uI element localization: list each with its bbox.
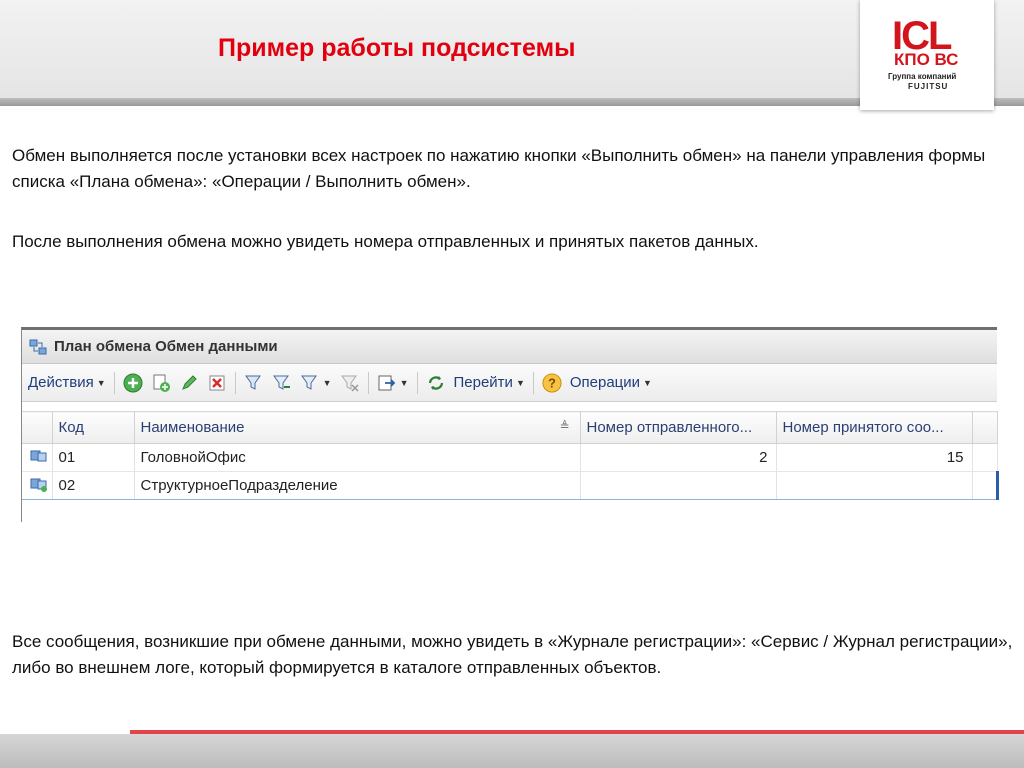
chevron-down-icon: ▼ [322,377,332,388]
paragraph-exchange-instructions: Обмен выполняется после установки всех н… [12,146,986,191]
chevron-down-icon: ▼ [643,377,652,388]
row-code: 02 [52,471,135,500]
chevron-down-icon: ▼ [515,377,525,388]
slide-title: Пример работы подсистемы [218,34,576,62]
exchange-plan-icon [28,337,48,357]
operations-menu[interactable]: Операции ▼ [570,374,652,391]
table-row[interactable]: 02 СтруктурноеПодразделение [22,471,999,500]
toolbar-separator [113,371,115,394]
table-header-row: Код Наименование ≜ Номер отправленного..… [22,411,998,444]
filter-icon[interactable] [244,373,264,393]
paragraph-event-log: Все сообщения, возникшие при обмене данн… [12,632,1013,677]
copy-icon[interactable] [151,373,171,393]
row-name: СтруктурноеПодразделение [134,471,581,500]
column-header-icon [22,411,53,444]
chevron-down-icon: ▼ [399,377,409,388]
exchange-nodes-table: Код Наименование ≜ Номер отправленного..… [22,411,999,500]
operations-menu-label: Операции [569,374,641,391]
filter-list-icon [300,373,320,393]
toolbar: Действия ▼ ▼ ▼ Перейти ▼ ? Операции ▼ [22,364,997,402]
add-icon[interactable] [123,373,143,393]
column-header-sent[interactable]: Номер отправленного... [580,411,777,444]
node-icon [22,471,53,500]
actions-menu[interactable]: Действия ▼ [28,374,106,391]
column-header-received[interactable]: Номер принятого соо... [776,411,973,444]
column-header-code[interactable]: Код [52,411,135,444]
chevron-down-icon: ▼ [96,377,106,388]
node-icon [22,443,53,472]
svg-text:?: ? [548,375,556,390]
refresh-icon[interactable] [426,373,446,393]
footer-band [0,734,1024,768]
toolbar-separator [532,371,534,394]
clear-filter-icon[interactable] [340,373,360,393]
goto-menu-label: Перейти [453,374,513,391]
exchange-plan-window: План обмена Обмен данными Действия ▼ ▼ ▼… [21,327,999,522]
window-titlebar: План обмена Обмен данными [22,330,997,364]
toolbar-separator [367,371,369,394]
row-sent-number [580,471,777,500]
logo-group: Группа компаний [888,72,957,81]
column-header-name[interactable]: Наименование ≜ [134,411,581,444]
row-received-number [776,471,973,500]
table-row[interactable]: 01 ГоловнойОфис 2 15 [22,443,998,472]
toolbar-separator [234,371,236,394]
output-list-icon [377,373,397,393]
column-header-name-label: Наименование [140,419,245,436]
row-received-number: 15 [776,443,973,472]
toolbar-separator [416,371,418,394]
window-title: План обмена Обмен данными [54,338,278,355]
edit-icon[interactable] [179,373,199,393]
row-extra [972,471,999,500]
output-list-menu[interactable]: ▼ [377,373,409,393]
logo-partner: FUJITSU [908,82,949,91]
row-sent-number: 2 [580,443,777,472]
filter-by-value-icon[interactable] [272,373,292,393]
sort-icon: ≜ [559,419,570,433]
actions-menu-label: Действия [28,374,94,391]
paragraph-packet-numbers: После выполнения обмена можно увидеть но… [12,232,759,251]
row-extra [972,443,998,472]
row-code: 01 [52,443,135,472]
company-logo: ICL КПО ВС Группа компаний FUJITSU [860,0,994,110]
filter-list-menu[interactable]: ▼ [300,373,332,393]
help-icon[interactable]: ? [542,372,562,393]
delete-icon[interactable] [207,373,227,393]
goto-menu[interactable]: Перейти ▼ [454,374,525,391]
column-header-extra [972,411,998,444]
row-name: ГоловнойОфис [134,443,581,472]
logo-sub: КПО ВС [894,50,959,69]
